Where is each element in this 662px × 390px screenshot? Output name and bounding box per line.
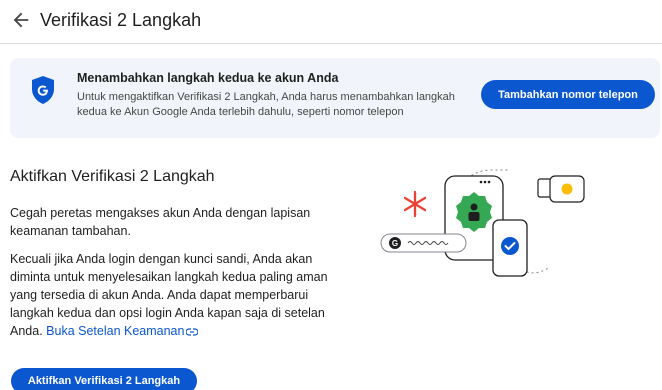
google-g-icon: G <box>380 233 467 253</box>
arrow-back-icon[interactable] <box>10 9 32 31</box>
add-second-step-banner: Menambahkan langkah kedua ke akun Anda U… <box>10 58 660 138</box>
details-paragraph: Kecuali jika Anda login dengan kunci san… <box>10 250 340 340</box>
banner-title: Menambahkan langkah kedua ke akun Anda <box>77 71 339 85</box>
section-title: Aktifkan Verifikasi 2 Langkah <box>10 168 215 185</box>
page-header: Verifikasi 2 Langkah <box>0 0 662 44</box>
banner-description: Untuk mengaktifkan Verifikasi 2 Langkah,… <box>77 91 455 118</box>
intro-paragraph: Cegah peretas mengakses akun Anda dengan… <box>10 206 311 238</box>
security-settings-link-label: Buka Setelan Keamanan <box>46 324 185 338</box>
asterisk-icon <box>403 190 427 218</box>
link-icon <box>186 328 199 336</box>
security-settings-link[interactable]: Buka Setelan Keamanan <box>46 324 199 338</box>
svg-text:G: G <box>392 239 398 248</box>
enable-2sv-button[interactable]: Aktifkan Verifikasi 2 Langkah <box>11 368 197 390</box>
check-icon <box>492 219 528 277</box>
security-key-icon <box>537 175 585 203</box>
page-title: Verifikasi 2 Langkah <box>40 10 202 30</box>
google-shield-icon <box>32 76 54 104</box>
add-phone-number-button[interactable]: Tambahkan nomor telepon <box>481 80 655 109</box>
security-illustration: G <box>380 169 585 277</box>
